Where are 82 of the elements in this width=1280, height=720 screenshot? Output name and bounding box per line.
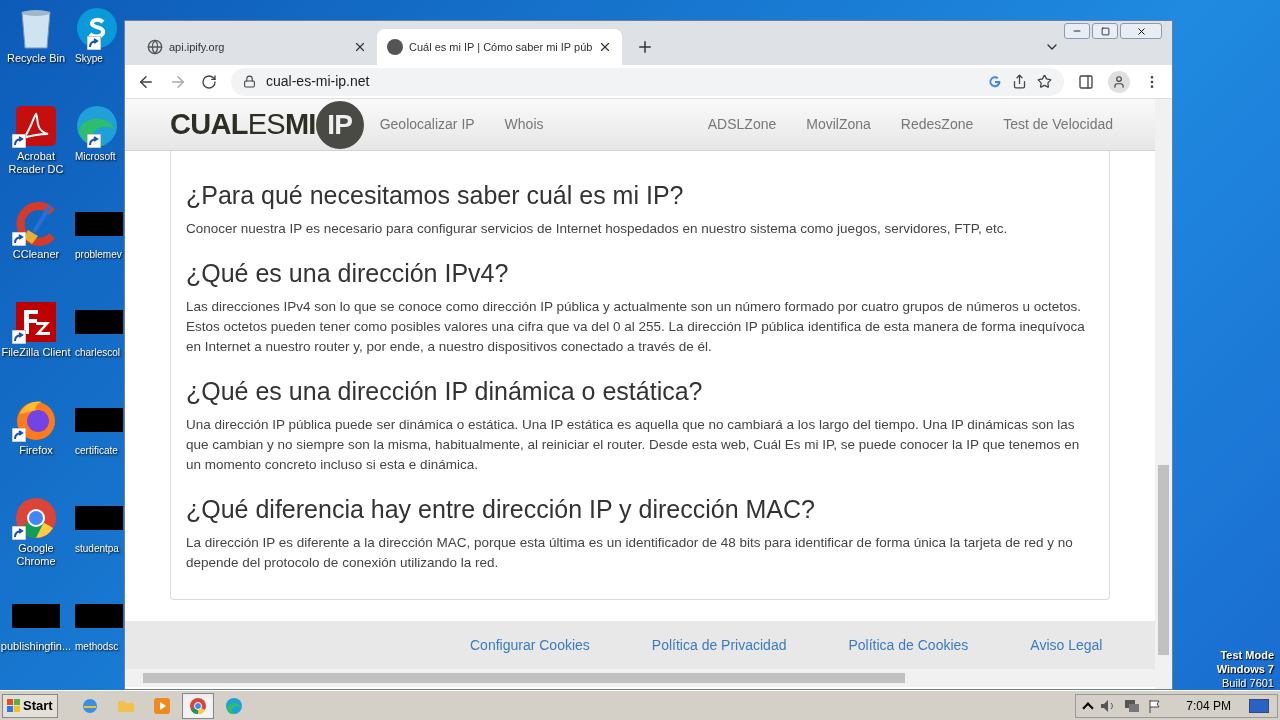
tab-title: Cuál es mi IP | Cómo saber mi IP púb bbox=[409, 39, 593, 55]
desktop-icon-label[interactable]: methodsc bbox=[75, 640, 119, 653]
os-watermark-text: Build 7601 bbox=[1222, 676, 1274, 690]
redacted-icon bbox=[75, 506, 123, 530]
redacted-icon bbox=[75, 408, 123, 432]
maximize-icon bbox=[1100, 26, 1110, 36]
chrome-icon bbox=[188, 696, 207, 715]
redacted-icon bbox=[75, 212, 123, 236]
url-text: cual-es-mi-ip.net bbox=[266, 72, 371, 91]
desktop-icon-label[interactable]: studentpa bbox=[75, 542, 119, 555]
section-text: La dirección IP es diferente a la dirección MAC, porque esta última es un identificador de 48 bits para identificar de forma única la tarjeta de red y no depende del protocolo de conexión utilizando la red. bbox=[186, 534, 1074, 572]
desktop-icon-label[interactable]: publishingfin... bbox=[0, 640, 72, 653]
reload-icon[interactable] bbox=[201, 73, 217, 90]
desktop-icon-label[interactable]: Acrobat Reader DC bbox=[0, 150, 72, 176]
logo-text: CUAL bbox=[170, 106, 248, 142]
bookmark-star-icon[interactable] bbox=[1037, 74, 1052, 89]
nav-link[interactable]: Test de Velocidad bbox=[1003, 114, 1113, 135]
site-favicon-icon bbox=[387, 39, 403, 55]
chrome-icon bbox=[14, 496, 58, 540]
tab-title: api.ipify.org bbox=[169, 39, 226, 55]
section-heading: ¿Para qué necesitamos saber cuál es mi IP? bbox=[186, 180, 685, 211]
clock-text[interactable]: 7:04 PM bbox=[1186, 696, 1231, 715]
nav-link[interactable]: RedesZone bbox=[900, 114, 974, 135]
desktop-icon-label[interactable]: charlescol bbox=[75, 346, 121, 359]
address-bar[interactable]: cual-es-mi-ip.net bbox=[231, 67, 1064, 96]
logo-badge: IP bbox=[315, 100, 364, 149]
share-icon[interactable] bbox=[1012, 74, 1027, 89]
taskbar-button[interactable] bbox=[181, 692, 214, 719]
wave-icon bbox=[224, 696, 243, 715]
section-text: Conocer nuestra IP es necesario para configurar servicios de Internet hospedados en nuestro sistema como juegos, servidores, FTP, etc. bbox=[186, 220, 1009, 238]
desktop-icon-label[interactable]: Skype bbox=[75, 52, 103, 65]
media-player-icon bbox=[152, 696, 171, 715]
nav-link[interactable]: Geolocalizar IP bbox=[379, 114, 475, 135]
globe-icon bbox=[147, 39, 163, 55]
network-icon[interactable] bbox=[1124, 698, 1141, 713]
vertical-scrollbar[interactable] bbox=[1155, 99, 1172, 689]
filezilla-icon bbox=[14, 300, 58, 344]
section-heading: ¿Qué diferencia hay entre dirección IP y dirección MAC? bbox=[186, 494, 816, 525]
logo-text: MI bbox=[284, 106, 316, 142]
windows-logo-icon bbox=[7, 698, 21, 713]
desktop-icon-label[interactable]: problemev bbox=[75, 248, 122, 261]
maximize-button[interactable] bbox=[1092, 23, 1118, 39]
nav-link[interactable]: Whois bbox=[504, 114, 544, 135]
desktop-icon-label[interactable]: certificate bbox=[75, 444, 118, 457]
side-panel-icon[interactable] bbox=[1078, 73, 1094, 90]
browser-icon bbox=[80, 696, 99, 715]
profile-avatar[interactable] bbox=[1108, 70, 1130, 93]
desktop-icon-label[interactable]: Recycle Bin bbox=[0, 52, 72, 65]
google-icon[interactable] bbox=[988, 74, 1002, 89]
site-logo[interactable]: CUALESMI IP bbox=[170, 100, 364, 149]
footer-link[interactable]: Configurar Cookies bbox=[470, 634, 590, 656]
footer-link[interactable]: Política de Privacidad bbox=[651, 634, 787, 656]
close-icon bbox=[1135, 25, 1147, 37]
pdf-icon bbox=[14, 104, 58, 148]
nav-link[interactable]: ADSLZone bbox=[707, 114, 777, 135]
desktop-icon-label[interactable]: CCleaner bbox=[0, 248, 72, 261]
section-heading: ¿Qué es una dirección IP dinámica o estática? bbox=[186, 376, 704, 407]
nav-link[interactable]: MovilZona bbox=[806, 114, 871, 135]
desktop-icon-label[interactable]: Google Chrome bbox=[0, 542, 72, 568]
desktop-icon-label[interactable]: Firefox bbox=[0, 444, 72, 457]
redacted-icon bbox=[75, 310, 123, 334]
browser-tab[interactable]: api.ipify.org bbox=[137, 29, 377, 65]
close-icon[interactable] bbox=[353, 40, 367, 54]
section-text: Las direcciones IPv4 son lo que se conoce como dirección IP pública y actualmente son un número formado por cuatro grupos de números u octetos. Estos octetos pueden tener como posibles valores una cifra que va del 0 al 255. La dirección IP pública identifica de esta manera de forma inequívoca en Internet a nuestro router y, por ende, a nuestro dispositivos conectado a través de él. bbox=[186, 298, 1086, 356]
redacted-icon bbox=[75, 604, 123, 628]
broom-icon bbox=[14, 202, 58, 246]
footer-link[interactable]: Política de Cookies bbox=[848, 634, 969, 656]
desktop-icon-label[interactable]: FileZilla Client bbox=[0, 346, 72, 359]
flag-icon[interactable] bbox=[1148, 698, 1163, 713]
os-watermark-text: Test Mode bbox=[1220, 648, 1274, 662]
logo-text: ES bbox=[247, 106, 285, 142]
redacted-icon bbox=[12, 604, 60, 628]
browser-tab[interactable]: Cuál es mi IP | Cómo saber mi IP púb bbox=[377, 29, 623, 65]
footer-link[interactable]: Aviso Legal bbox=[1030, 634, 1103, 656]
start-button[interactable]: Start bbox=[2, 693, 58, 718]
horizontal-scrollbar[interactable] bbox=[125, 669, 1155, 687]
os-watermark-text: Windows 7 bbox=[1216, 662, 1274, 676]
show-desktop-icon[interactable] bbox=[1249, 698, 1269, 713]
desktop-icon-label[interactable]: Microsoft bbox=[75, 150, 116, 163]
section-text: Una dirección IP pública puede ser dinámica o estática. Una IP estática es aquella que no cambiará a los largo del tiempo. Una IP dinámicas son las que cambian y no siempre son la misma, habitualmente, al reiniciar el router. Desde esta web, Cuál Es mi IP, se puede conocer la IP que tenemos en un momento concreto incluso si esta e dinámica. bbox=[186, 416, 1081, 474]
lock-icon bbox=[243, 75, 256, 88]
section-heading: ¿Qué es una dirección IPv4? bbox=[186, 258, 510, 289]
